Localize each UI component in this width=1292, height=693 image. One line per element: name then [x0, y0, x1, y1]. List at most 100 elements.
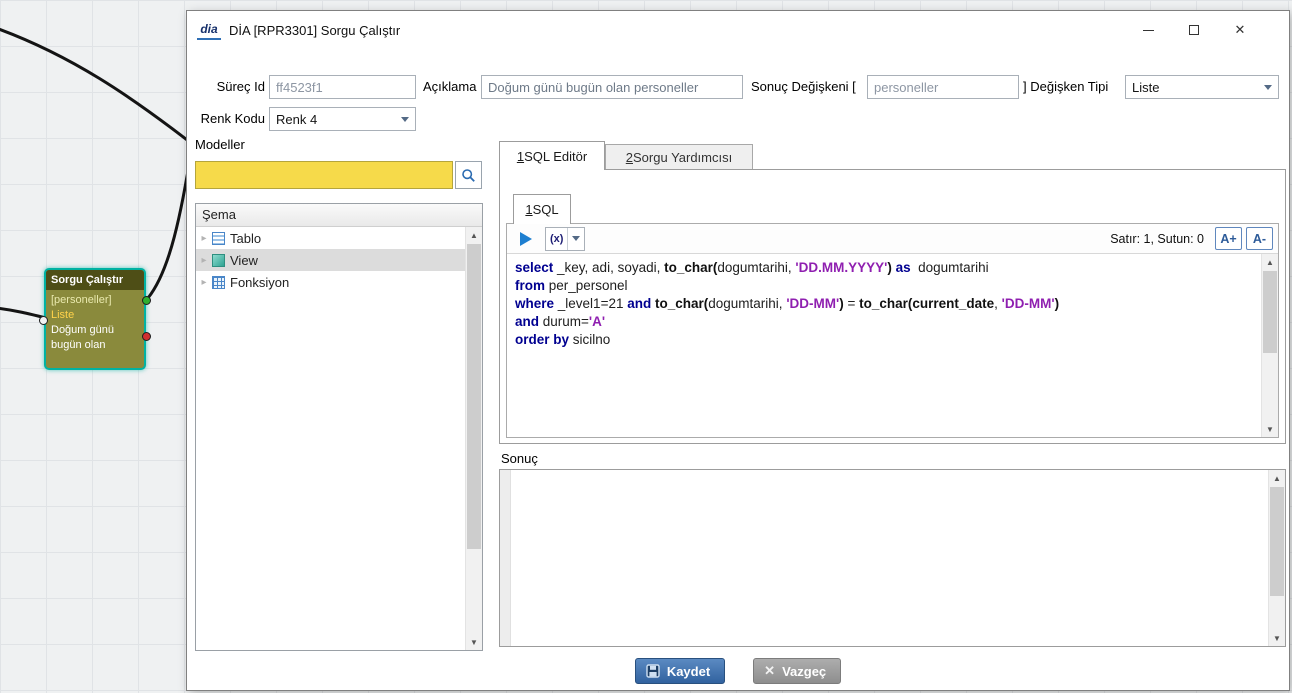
chevron-down-icon [401, 117, 409, 122]
scroll-down-icon[interactable]: ▼ [466, 634, 482, 650]
scrollbar-thumb[interactable] [1270, 487, 1284, 596]
tab-sorgu-yardimcisi[interactable]: 2 Sorgu Yardımcısı [605, 144, 753, 170]
node-text-line: Doğum günü [51, 323, 139, 338]
save-button-label: Kaydet [667, 664, 710, 679]
aciklama-label: Açıklama [423, 75, 476, 99]
editor-scrollbar[interactable]: ▲ ▼ [1261, 254, 1278, 437]
expand-arrow-icon[interactable]: ▸ [196, 277, 212, 288]
cancel-button[interactable]: ✕ Vazgeç [753, 658, 841, 684]
connection-edge [0, 308, 46, 318]
close-button[interactable]: ✕ [1217, 15, 1263, 45]
footer: Kaydet ✕ Vazgeç [187, 655, 1289, 687]
schema-tree: Şema ▸ Tablo ▸ View ▸ Fonksiyon ▲ ▼ [195, 203, 483, 651]
tree-item-label: Fonksiyon [230, 275, 289, 290]
renk-kodu-label: Renk Kodu [197, 107, 265, 131]
model-search-input[interactable] [195, 161, 453, 189]
degisken-tipi-select[interactable]: Liste [1125, 75, 1279, 99]
query-node[interactable]: Sorgu Çalıştır [personeller]ListeDoğum g… [44, 268, 146, 370]
tab-label: SQL Editör [524, 149, 587, 164]
renk-kodu-select[interactable]: Renk 4 [269, 107, 416, 131]
run-icon [520, 232, 532, 246]
window-controls: ✕ [1125, 15, 1263, 45]
result-scrollbar[interactable]: ▲ ▼ [1268, 470, 1285, 646]
cancel-icon: ✕ [764, 663, 775, 679]
fx-icon: (x) [546, 228, 568, 250]
sonuc-degiskeni-input[interactable] [867, 75, 1019, 99]
sonuc-degiskeni-label: Sonuç Değişkeni [ [751, 75, 856, 99]
scroll-down-icon[interactable]: ▼ [1262, 421, 1278, 437]
node-text-line: bugün olan [51, 338, 139, 353]
result-gutter [500, 470, 511, 646]
surec-id-input[interactable] [269, 75, 416, 99]
surec-id-label: Süreç Id [197, 75, 265, 99]
degisken-tipi-value: Liste [1132, 80, 1159, 95]
variable-insert-button[interactable]: (x) [545, 227, 585, 251]
sql-line: where _level1=21 and to_char(dogumtarihi… [515, 295, 1253, 313]
run-query-button[interactable] [512, 227, 540, 251]
function-icon [212, 276, 225, 289]
node-text-line: Liste [51, 308, 139, 323]
tree-item-tablo[interactable]: ▸ Tablo [196, 227, 465, 249]
degisken-tipi-label: ] Değişken Tipi [1023, 75, 1108, 99]
window-title: DİA [RPR3301] Sorgu Çalıştır [229, 23, 400, 38]
table-icon [212, 232, 225, 245]
tree-item-view[interactable]: ▸ View [196, 249, 465, 271]
titlebar[interactable]: dia DİA [RPR3301] Sorgu Çalıştır ✕ [187, 11, 1289, 49]
query-node-title: Sorgu Çalıştır [46, 270, 144, 290]
connection-edge [0, 28, 200, 150]
maximize-button[interactable] [1171, 15, 1217, 45]
font-decrease-button[interactable]: A- [1246, 227, 1273, 250]
schema-tree-header: Şema [196, 204, 482, 227]
minimize-button[interactable] [1125, 15, 1171, 45]
scroll-up-icon[interactable]: ▲ [1269, 470, 1285, 486]
tree-item-fonksiyon[interactable]: ▸ Fonksiyon [196, 271, 465, 293]
tab-accelerator: 2 [626, 150, 633, 165]
result-title: Sonuç [501, 451, 538, 466]
sql-editor[interactable]: select _key, adi, soyadi, to_char(dogumt… [507, 254, 1278, 437]
output-port-success[interactable] [142, 296, 151, 305]
aciklama-input[interactable] [481, 75, 743, 99]
font-increase-button[interactable]: A+ [1215, 227, 1242, 250]
dialog-sorgu-calistir: dia DİA [RPR3301] Sorgu Çalıştır ✕ Süreç… [186, 10, 1290, 691]
scrollbar-thumb[interactable] [1263, 271, 1277, 353]
tree-scrollbar[interactable]: ▲ ▼ [465, 227, 482, 650]
tab-label: Sorgu Yardımcısı [633, 150, 732, 165]
chevron-down-icon [1264, 85, 1272, 90]
expand-arrow-icon[interactable]: ▸ [196, 255, 212, 266]
output-port-error[interactable] [142, 332, 151, 341]
tree-item-label: View [230, 253, 258, 268]
result-area[interactable]: ▲ ▼ [499, 469, 1286, 647]
sql-line: select _key, adi, soyadi, to_char(dogumt… [515, 259, 1253, 277]
sql-line: from per_personel [515, 277, 1253, 295]
tree-item-label: Tablo [230, 231, 261, 246]
tab-accelerator: 1 [517, 149, 524, 164]
dia-logo-icon: dia [197, 20, 221, 40]
tab-accelerator: 1 [525, 202, 532, 217]
view-icon [212, 254, 225, 267]
scroll-down-icon[interactable]: ▼ [1269, 630, 1285, 646]
tab-label: SQL [533, 202, 559, 217]
cursor-position-status: Satır: 1, Sutun: 0 [1110, 232, 1204, 246]
sql-toolbar: (x) Satır: 1, Sutun: 0 A+ A- [507, 224, 1278, 254]
scroll-up-icon[interactable]: ▲ [1262, 254, 1278, 270]
minimize-icon [1143, 29, 1154, 31]
schema-tree-rows: ▸ Tablo ▸ View ▸ Fonksiyon [196, 227, 465, 650]
node-text-line: [personeller] [51, 293, 139, 308]
tab-sql-editor[interactable]: 1 SQL Editör [499, 141, 605, 170]
query-node-body: [personeller]ListeDoğum günübugün olan [46, 290, 144, 365]
cancel-button-label: Vazgeç [782, 664, 826, 679]
models-panel-title: Modeller [195, 137, 245, 152]
sql-editor-panel: (x) Satır: 1, Sutun: 0 A+ A- select _key… [506, 223, 1279, 438]
sql-line: and durum='A' [515, 313, 1253, 331]
save-button[interactable]: Kaydet [635, 658, 725, 684]
input-port[interactable] [39, 316, 48, 325]
close-icon: ✕ [1235, 22, 1246, 38]
model-search-button[interactable] [455, 161, 482, 189]
scrollbar-thumb[interactable] [467, 244, 481, 549]
renk-kodu-value: Renk 4 [276, 112, 317, 127]
sql-line: order by sicilno [515, 331, 1253, 349]
sql-code[interactable]: select _key, adi, soyadi, to_char(dogumt… [507, 254, 1261, 437]
scroll-up-icon[interactable]: ▲ [466, 227, 482, 243]
expand-arrow-icon[interactable]: ▸ [196, 233, 212, 244]
tab-sql[interactable]: 1 SQL [513, 194, 571, 224]
